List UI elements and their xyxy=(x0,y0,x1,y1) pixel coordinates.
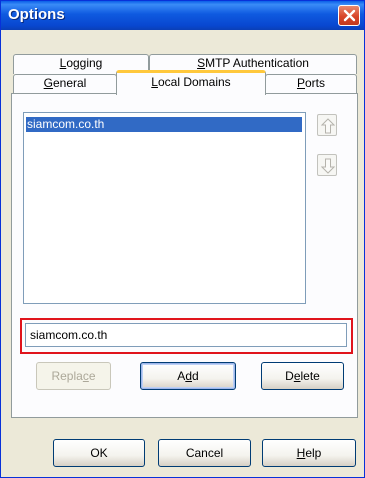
tab-general-accel: G xyxy=(43,76,53,90)
tab-general-label: eneral xyxy=(52,76,87,90)
domain-list[interactable]: siamcom.co.th xyxy=(23,112,306,304)
tab-ports-accel: P xyxy=(296,76,305,90)
tab-local-domains-label: ocal Domains xyxy=(157,75,231,89)
title-bar[interactable]: Options xyxy=(1,1,364,30)
arrow-down-icon xyxy=(321,158,335,174)
replace-label-pre: Repla xyxy=(51,369,83,383)
delete-label-pre: D xyxy=(285,369,294,383)
close-icon xyxy=(343,9,356,22)
tab-ports-label: orts xyxy=(305,76,326,90)
tab-general[interactable]: General xyxy=(13,74,117,94)
ok-label: OK xyxy=(90,446,108,460)
options-dialog: Options Logging SMTP Authentication Gene… xyxy=(0,0,365,478)
help-button[interactable]: Help xyxy=(262,439,356,467)
tab-local-domains-accel: L xyxy=(151,75,158,89)
list-item[interactable]: siamcom.co.th xyxy=(26,117,302,132)
move-down-button[interactable] xyxy=(317,154,337,176)
tab-ports[interactable]: Ports xyxy=(265,74,357,94)
domain-input[interactable] xyxy=(25,323,347,347)
tab-local-domains[interactable]: Local Domains xyxy=(116,70,266,95)
tab-logging-label: ogging xyxy=(66,56,103,70)
cancel-button[interactable]: Cancel xyxy=(158,439,251,467)
delete-label-post: lete xyxy=(300,369,320,383)
add-button[interactable]: Add xyxy=(140,362,236,390)
arrow-up-icon xyxy=(321,118,335,134)
tab-smtp-accel: S xyxy=(197,56,206,70)
delete-label-accel: e xyxy=(293,369,301,383)
ok-button[interactable]: OK xyxy=(53,439,145,467)
delete-button[interactable]: Delete xyxy=(261,362,344,390)
tab-smtp-label: MTP Authentication xyxy=(205,56,309,70)
add-label-accel: d xyxy=(185,369,192,383)
close-button[interactable] xyxy=(338,5,360,26)
help-label: elp xyxy=(305,446,322,460)
add-label-post: d xyxy=(192,369,199,383)
cancel-label: Cancel xyxy=(185,446,224,460)
replace-label-post: e xyxy=(88,369,96,383)
replace-button[interactable]: Replace xyxy=(36,362,111,390)
window-title: Options xyxy=(8,6,65,23)
move-up-button[interactable] xyxy=(317,114,337,136)
